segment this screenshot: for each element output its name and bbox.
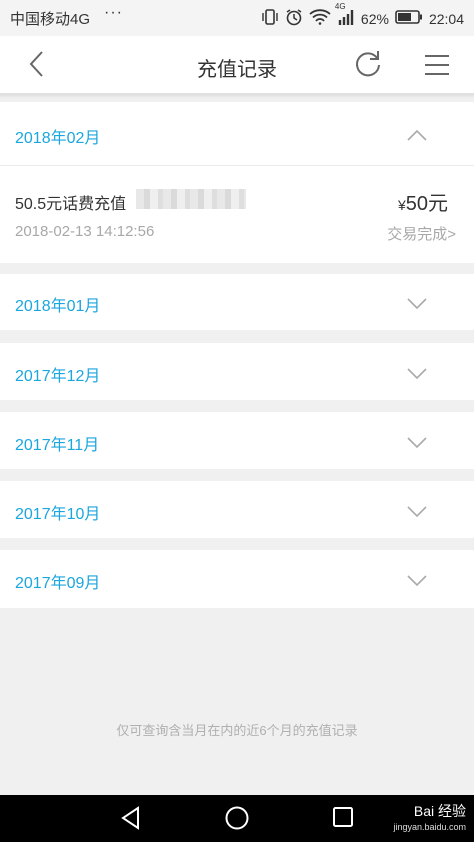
month-header-2017-12[interactable]: 2017年12月 (0, 343, 474, 400)
nav-home-icon[interactable] (224, 805, 250, 831)
month-label: 2017年10月 (15, 506, 101, 523)
status-bar: 中国移动4G ··· 4G 62% 22:04 (0, 0, 474, 36)
record-amount: ¥50元 (398, 187, 448, 216)
system-nav-bar: Bai 经验 jingyan.baidu.com (0, 795, 474, 842)
chevron-down-icon (407, 368, 427, 380)
notification-dots: ··· (104, 4, 123, 21)
chevron-down-icon (407, 506, 427, 518)
month-label: 2017年11月 (15, 437, 100, 454)
month-label: 2017年12月 (15, 368, 101, 385)
battery-icon (395, 10, 423, 27)
baidu-jingyan-watermark: Bai 经验 jingyan.baidu.com (393, 803, 466, 835)
chevron-down-icon (407, 575, 427, 587)
carrier-label: 中国移动4G (10, 11, 91, 28)
month-header-2018-01[interactable]: 2018年01月 (0, 274, 474, 330)
month-header-2017-09[interactable]: 2017年09月 (0, 550, 474, 608)
month-header-2017-10[interactable]: 2017年10月 (0, 481, 474, 538)
nav-recents-icon[interactable] (331, 805, 355, 829)
month-label: 2018年02月 (15, 130, 101, 147)
amount-value: 50元 (405, 193, 448, 215)
history-footnote: 仅可查询含当月在内的近6个月的充值记录 (116, 723, 358, 738)
month-label: 2017年09月 (15, 575, 101, 592)
month-header-2018-02[interactable]: 2018年02月 (0, 102, 474, 165)
hamburger-menu-icon (425, 55, 449, 75)
header-shadow (0, 94, 474, 98)
vibrate-icon (261, 9, 279, 28)
status-icons: 4G 62% 22:04 (261, 2, 464, 29)
refresh-button[interactable] (352, 48, 384, 80)
chevron-up-icon (407, 129, 427, 141)
clock-time: 22:04 (428, 10, 464, 27)
page-title: 充值记录 (197, 59, 277, 81)
alarm-icon (285, 8, 303, 29)
nav-back-icon[interactable] (118, 805, 144, 831)
redacted-phone-number (136, 189, 246, 209)
wifi-icon (309, 9, 331, 28)
network-type-label: 4G (334, 2, 346, 11)
app-header: 充值记录 (0, 36, 474, 94)
watermark-brand: Bai 经验 (413, 803, 466, 819)
chevron-down-icon (407, 437, 427, 449)
menu-button[interactable] (422, 50, 452, 80)
currency-symbol: ¥ (397, 197, 406, 213)
chevron-down-icon (407, 298, 427, 310)
watermark-url: jingyan.baidu.com (393, 822, 466, 832)
signal-icon: 4G (335, 2, 355, 28)
record-status-link[interactable]: 交易完成> (387, 223, 456, 244)
record-title: 50.5元话费充值 (15, 196, 127, 213)
recharge-record[interactable]: 50.5元话费充值 2018-02-13 14:12:56 ¥50元 交易完成> (0, 165, 474, 263)
refresh-icon (356, 51, 380, 77)
month-header-2017-11[interactable]: 2017年11月 (0, 412, 474, 469)
record-datetime: 2018-02-13 14:12:56 (15, 223, 155, 240)
battery-percent: 62% (360, 10, 389, 27)
month-label: 2018年01月 (15, 298, 101, 315)
